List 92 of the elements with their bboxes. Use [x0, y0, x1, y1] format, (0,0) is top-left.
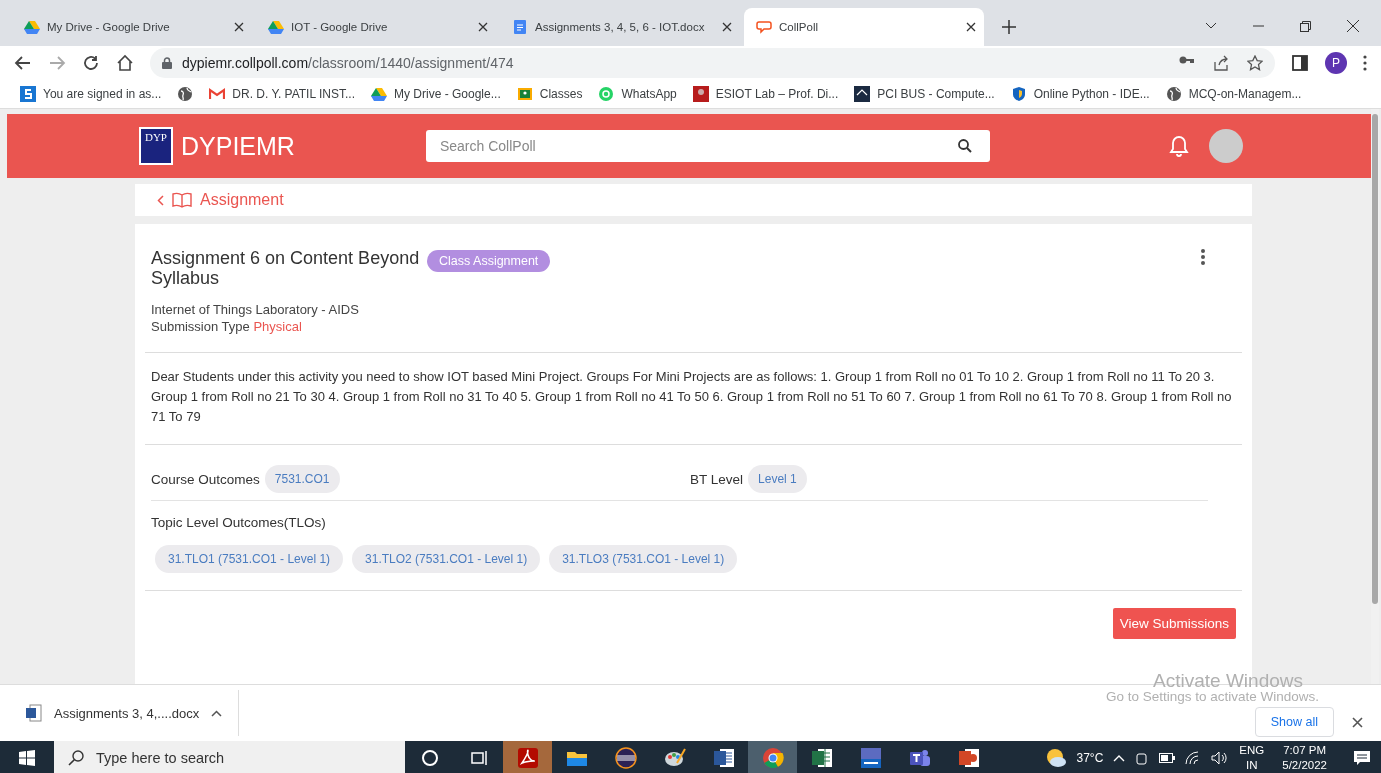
assignment-description: Dear Students under this activity you need to show IOT based Mini Project. Groups For Mini Projects are as follows: 1. Group 1 from Roll no 01 To 10 2. Group 1 from Roll no 11 To 20 3. Group 1 from Roll no 21 To 30 4. Group 1 from Roll no 31 To 40 5. Group 1 from Roll no 41 To 50 6. Group 1 from Roll no 51 To 60 7. Group 1 from Roll no 61 To 70 8. Group 1 from Roll no 71 To 79: [150, 368, 1233, 426]
url-text: dypiemr.collpoll.com/classroom/1440/assignment/474: [182, 55, 514, 71]
windows-logo-icon[interactable]: [19, 749, 35, 766]
drive-icon: [371, 86, 387, 102]
activation-message: Go to Settings to activate Windows.: [1105, 689, 1319, 704]
document-icon: [512, 19, 528, 35]
language-code[interactable]: ENG: [1239, 742, 1265, 758]
bt-level-label: BT Level: [690, 471, 744, 487]
bookmark[interactable]: WhatsApp: [598, 86, 677, 102]
restore-icon[interactable]: [1300, 20, 1311, 32]
clock-time[interactable]: 7:07 PM: [1283, 742, 1327, 758]
striped-circle-icon: [613, 745, 638, 770]
chevron-down-icon[interactable]: [1205, 22, 1217, 30]
taskbar-search-field[interactable]: Type here to search: [54, 741, 405, 773]
notification-icon[interactable]: [1353, 749, 1371, 766]
battery-icon[interactable]: [1159, 752, 1176, 763]
activation-title: Activate Windows: [1153, 670, 1303, 692]
browser-tab[interactable]: IOT - Google Drive: [256, 8, 496, 46]
weather-icon: [1044, 747, 1067, 768]
profile-avatar[interactable]: P: [1325, 52, 1347, 74]
bookmark[interactable]: PCI BUS - Compute...: [854, 86, 995, 102]
share-icon[interactable]: [1213, 55, 1229, 71]
search-field[interactable]: Search CollPoll: [425, 130, 990, 162]
tlo-label: Topic Level Outcomes(TLOs): [150, 514, 327, 530]
outcome-chip: 7531.CO1: [264, 465, 340, 493]
globe-icon: [1165, 86, 1182, 102]
close-icon[interactable]: [1347, 20, 1359, 32]
download-item[interactable]: Assignments 3, 4,....docx: [0, 690, 240, 736]
tlo-chip: 31.TLO1 (7531.CO1 - Level 1): [155, 545, 344, 573]
key-icon[interactable]: [1179, 55, 1195, 65]
bookmark[interactable]: ESIOT Lab – Prof. Di...: [692, 86, 839, 102]
drive-icon: [24, 19, 40, 35]
plus-icon[interactable]: [1002, 20, 1016, 34]
search-icon[interactable]: [957, 139, 972, 153]
speaker-icon[interactable]: [1211, 750, 1230, 765]
address-bar[interactable]: dypiemr.collpoll.com/classroom/1440/assignment/474: [150, 48, 1275, 78]
side-panel-icon[interactable]: [1291, 54, 1309, 72]
logo: DYP: [139, 127, 173, 165]
bell-icon[interactable]: [1169, 135, 1189, 157]
chevron-up-icon[interactable]: [211, 709, 223, 717]
bookmark[interactable]: MCQ-on-Managem...: [1165, 86, 1302, 102]
bookmark[interactable]: Classes: [516, 86, 583, 102]
assignment-title: Assignment 6 on Content Beyond Syllabus: [151, 248, 421, 288]
bookmark[interactable]: My Drive - Google...: [371, 86, 501, 102]
submission-type: Submission Type Physical: [151, 318, 303, 335]
lock-icon: [162, 57, 172, 69]
search-icon: [68, 749, 84, 766]
close-icon[interactable]: [1352, 716, 1363, 728]
bookmark[interactable]: Online Python - IDE...: [1010, 86, 1150, 102]
drive-icon: [268, 19, 284, 35]
reload-icon[interactable]: [82, 54, 100, 72]
chevron-left-icon[interactable]: [157, 194, 164, 206]
region-code[interactable]: IN: [1246, 757, 1258, 773]
chat-icon: [598, 86, 615, 102]
clock-date[interactable]: 5/2/2022: [1282, 757, 1327, 773]
speech-bubble-icon: [756, 19, 772, 35]
level-chip: Level 1: [748, 465, 807, 493]
tlo-chip: 31.TLO3 (7531.CO1 - Level 1): [549, 545, 738, 573]
brand-name: DYPIEMR: [181, 131, 295, 161]
show-all-button[interactable]: Show all: [1254, 707, 1334, 737]
globe-icon: [177, 86, 194, 102]
browser-tab[interactable]: Assignments 3, 4, 5, 6 - IOT.docx: [500, 8, 740, 46]
home-icon[interactable]: [116, 54, 134, 72]
back-arrow-icon[interactable]: [14, 54, 32, 72]
tlo-chip: 31.TLO2 (7531.CO1 - Level 1): [352, 545, 541, 573]
course-name: Internet of Things Laboratory - AIDS: [151, 301, 360, 318]
temperature: 37°C: [1076, 750, 1104, 765]
s-logo-icon: [20, 86, 36, 102]
book-icon: [172, 192, 192, 208]
close-icon[interactable]: [966, 22, 976, 32]
word-file-icon: [26, 704, 42, 722]
thumbnail-icon: [692, 86, 709, 102]
pdf-icon: [515, 745, 540, 770]
mail-icon: [209, 86, 226, 102]
browser-tab[interactable]: My Drive - Google Drive: [12, 8, 252, 46]
more-options-icon[interactable]: [1200, 248, 1206, 266]
close-icon[interactable]: [478, 22, 488, 32]
assignment-type-tag: Class Assignment: [427, 250, 551, 272]
page-title: Assignment: [200, 191, 284, 209]
classroom-icon: [516, 86, 533, 102]
browser-tab[interactable]: CollPoll: [744, 8, 984, 46]
browser-icon: [760, 745, 785, 770]
course-outcomes-label: Course Outcomes: [151, 471, 260, 487]
close-icon[interactable]: [234, 22, 244, 32]
circle-icon[interactable]: [420, 748, 439, 767]
bookmark[interactable]: You are signed in as...: [20, 86, 162, 102]
star-icon[interactable]: [1247, 55, 1263, 71]
close-icon[interactable]: [722, 22, 732, 32]
bookmark[interactable]: DR. D. Y. PATIL INST...: [209, 86, 355, 102]
menu-icon[interactable]: [1363, 55, 1367, 71]
task-view-icon[interactable]: [469, 748, 488, 767]
shield-icon: [1010, 86, 1027, 102]
